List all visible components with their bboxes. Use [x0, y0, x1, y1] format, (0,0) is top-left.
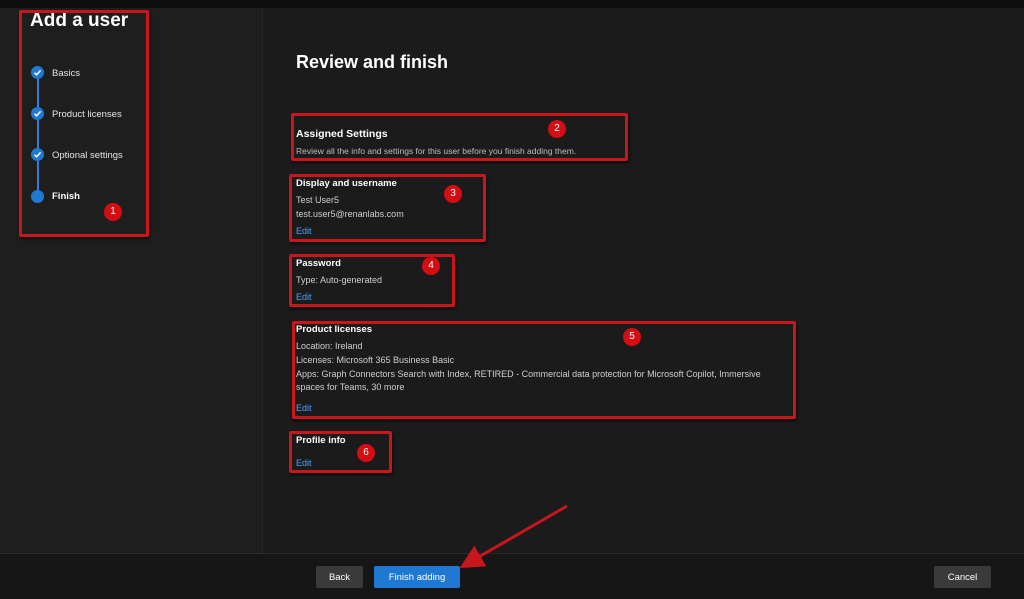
- annotation-badge: 2: [548, 120, 566, 138]
- annotation-box-product-licenses: [292, 321, 796, 419]
- annotation-box-wizard-steps: [19, 10, 149, 237]
- annotation-badge: 4: [422, 257, 440, 275]
- annotation-badge: 3: [444, 185, 462, 203]
- wizard-footer: [0, 553, 1024, 599]
- page-title: Review and finish: [296, 52, 449, 72]
- annotation-badge: 6: [357, 444, 375, 462]
- back-button[interactable]: Back: [316, 566, 363, 588]
- annotation-box-assigned-settings: [291, 113, 628, 161]
- annotation-badge: 1: [104, 203, 122, 221]
- finish-adding-button[interactable]: Finish adding: [374, 566, 460, 588]
- annotation-badge: 5: [623, 328, 641, 346]
- annotation-box-profile-info: [289, 431, 392, 473]
- annotation-box-display-username: [289, 174, 486, 242]
- cancel-button[interactable]: Cancel: [934, 566, 991, 588]
- top-bar: [0, 0, 1024, 8]
